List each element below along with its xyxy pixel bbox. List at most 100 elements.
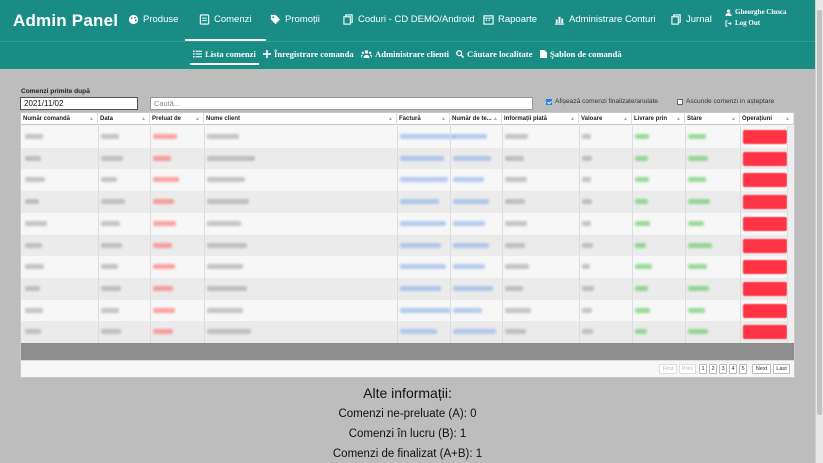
table-cell [207, 199, 249, 205]
table-cell [635, 264, 652, 270]
row-operation-button[interactable] [743, 238, 787, 253]
logout-label: Log Out [735, 19, 761, 27]
column-header-operatiuni[interactable]: Operațiuni ▲ [740, 113, 794, 125]
table-cell [101, 285, 121, 291]
table-cell [400, 177, 448, 183]
nav-rapoarte[interactable]: Rapoarte [483, 14, 537, 25]
search-input[interactable]: Caută... [150, 97, 533, 110]
pager-page-button[interactable]: 1 [699, 364, 707, 374]
column-header-preluat-de[interactable]: Preluat de ▲ [150, 113, 204, 125]
show-finished-label: Afișează comenzi finalizate/anulate [555, 98, 658, 105]
row-operation-button[interactable] [743, 281, 787, 296]
nav-promotii[interactable]: Promoții [270, 14, 320, 25]
table-cell [25, 134, 43, 139]
table-row[interactable] [21, 277, 794, 300]
table-row[interactable] [21, 256, 794, 278]
subnav-cautare-localitate[interactable]: Căutare localitate [456, 49, 532, 59]
nav-produse[interactable]: Produse [128, 14, 178, 25]
table-cell [101, 199, 125, 205]
table-cell [505, 285, 523, 291]
logout-icon [725, 20, 732, 27]
user-profile-link[interactable]: Gheorghe Ciusca [725, 7, 787, 18]
table-cell [101, 134, 119, 139]
pager-page-button[interactable]: 3 [719, 364, 727, 374]
table-row[interactable] [21, 147, 794, 170]
table-cell [207, 242, 247, 248]
pager-prev-button[interactable]: Prev [679, 364, 696, 374]
column-header-data[interactable]: Data ▲ [98, 113, 150, 125]
column-header-livrare-prin[interactable]: Livrare prin ▲ [632, 113, 685, 125]
nav-coduri[interactable]: Coduri - CD DEMO/Android [343, 14, 475, 25]
pager-page-button[interactable]: 4 [729, 364, 737, 374]
checkbox-unchecked-icon[interactable] [677, 98, 683, 105]
list-icon [193, 50, 202, 58]
date-filter-input[interactable]: 2021/11/02 [20, 97, 138, 110]
table-row[interactable] [21, 191, 794, 213]
table-cell [453, 177, 484, 183]
row-operation-button[interactable] [743, 173, 787, 188]
row-operation-button[interactable] [743, 260, 787, 275]
nav-comenzi[interactable]: Comenzi [185, 14, 265, 41]
row-operation-button[interactable] [743, 303, 787, 318]
table-cell [101, 329, 121, 335]
table-cell [153, 220, 176, 226]
table-cell [635, 177, 649, 183]
subnav-sablon-comanda[interactable]: Şablon de comandă [540, 49, 622, 59]
table-cell [688, 329, 708, 335]
table-scrollbar[interactable] [787, 126, 794, 343]
copy-icon [671, 14, 681, 25]
hide-waiting-checkbox[interactable]: Ascunde comenzi in așteptare [677, 98, 774, 105]
column-label: Stare [687, 116, 703, 122]
column-header-informatii-plata[interactable]: Informații plată ▲ [502, 113, 579, 125]
row-operation-button[interactable] [743, 216, 787, 231]
page-scrollbar-thumb[interactable] [817, 10, 822, 415]
table-row[interactable] [21, 212, 794, 235]
table-row[interactable] [21, 234, 794, 257]
table-horizontal-scrollbar[interactable] [21, 343, 794, 360]
tag-icon [270, 14, 281, 25]
column-header-stare[interactable]: Stare ▲ [685, 113, 740, 125]
logout-link[interactable]: Log Out [725, 18, 787, 29]
subnav-lista-comenzi[interactable]: Lista comenzi [190, 49, 259, 65]
column-divider [397, 126, 398, 343]
page-scrollbar[interactable] [815, 0, 823, 463]
row-operation-button[interactable] [743, 195, 787, 210]
nav-label: Administrare Conturi [569, 14, 656, 25]
table-cell [101, 177, 117, 183]
table-cell [505, 264, 529, 270]
checkbox-checked-icon[interactable] [546, 98, 552, 105]
row-operation-button[interactable] [743, 130, 787, 144]
row-operation-button[interactable] [743, 325, 787, 340]
table-cell [153, 285, 173, 291]
column-header-numar-comanda[interactable]: Număr comandă ▲ [21, 113, 98, 125]
table-row[interactable] [21, 321, 794, 343]
table-cell [400, 155, 444, 161]
subnav-administrare-clienti[interactable]: Administrare clienti [361, 49, 449, 59]
column-header-nume-client[interactable]: Nume client ▲ [204, 113, 397, 125]
pager-next-button[interactable]: Next [752, 364, 771, 374]
column-header-numar-telefon[interactable]: Număr de te... ▲ [450, 113, 502, 125]
table-row[interactable] [21, 126, 794, 148]
pager-page-button[interactable]: 2 [709, 364, 717, 374]
column-divider [150, 126, 151, 343]
subnav-inregistrare-comanda[interactable]: Înregistrare comanda [263, 49, 354, 59]
table-cell [453, 285, 493, 291]
nav-administrare-conturi[interactable]: Administrare Conturi [554, 14, 656, 25]
column-header-factura[interactable]: Factură ▲ [397, 113, 450, 125]
pager-last-button[interactable]: Last [773, 364, 790, 374]
column-label: Data [100, 116, 114, 122]
row-operation-button[interactable] [743, 151, 787, 166]
brand-title[interactable]: Admin Panel [13, 11, 118, 31]
pager-first-button[interactable]: First [659, 364, 677, 374]
table-cell [400, 134, 455, 139]
table-cell [101, 307, 119, 313]
show-finished-checkbox[interactable]: Afișează comenzi finalizate/anulate [546, 98, 658, 105]
table-cell [25, 155, 41, 161]
table-cell [582, 177, 591, 183]
table-row[interactable] [21, 299, 794, 322]
pager-page-button[interactable]: 5 [739, 364, 747, 374]
search-icon [456, 50, 464, 58]
nav-jurnal[interactable]: Jurnal [671, 14, 712, 25]
column-header-valoare[interactable]: Valoare ▲ [579, 113, 632, 125]
table-row[interactable] [21, 169, 794, 192]
